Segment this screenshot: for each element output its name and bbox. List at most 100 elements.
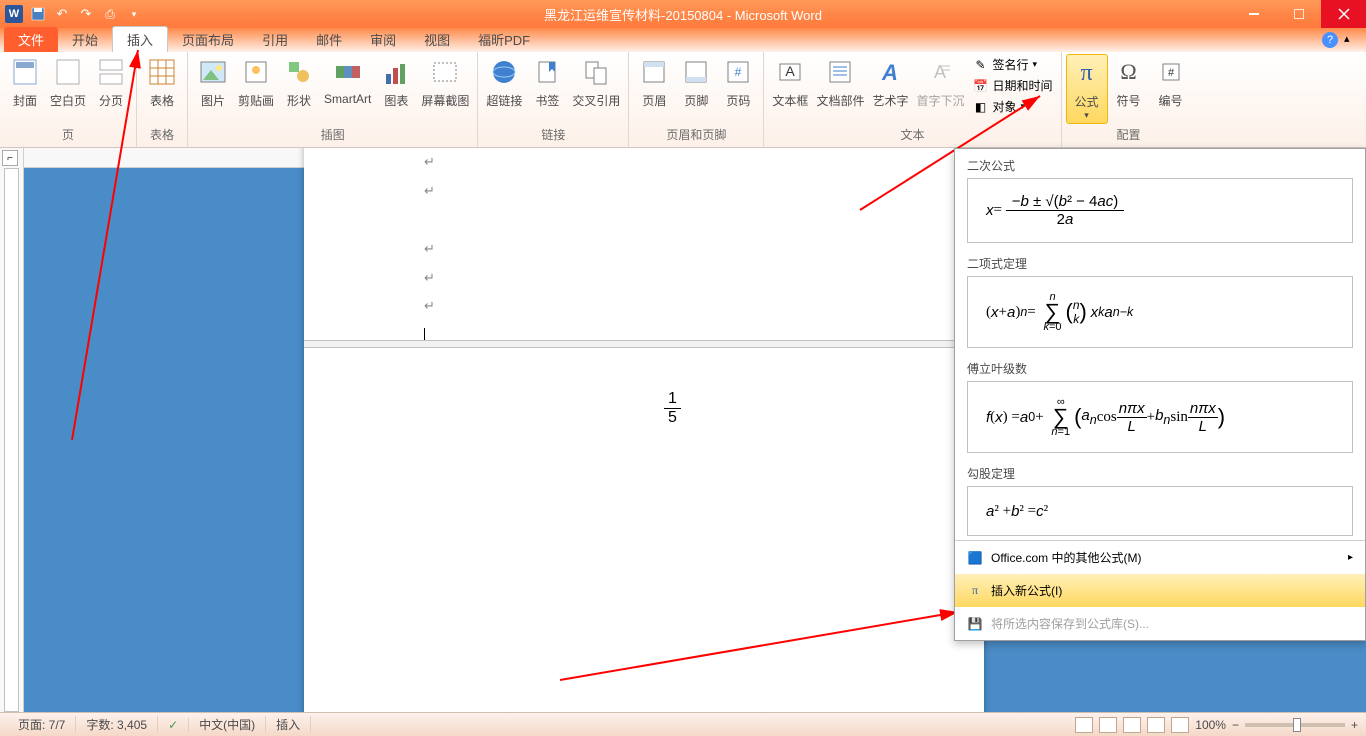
picture-button[interactable]: 图片 xyxy=(192,54,234,111)
dropcap-button[interactable]: A首字下沉 xyxy=(912,54,968,111)
tab-review[interactable]: 审阅 xyxy=(356,27,410,52)
hyperlink-button[interactable]: 超链接 xyxy=(482,54,526,111)
statusbar: 页面: 7/7 字数: 3,405 ✓ 中文(中国) 插入 100% − + xyxy=(0,712,1366,736)
quickprint-button[interactable]: ⎙ xyxy=(100,4,120,24)
zoom-out-button[interactable]: − xyxy=(1232,718,1239,732)
word-app-icon[interactable]: W xyxy=(4,4,24,24)
undo-button[interactable]: ↶ xyxy=(52,4,72,24)
datetime-button[interactable]: 📅日期和时间 xyxy=(968,75,1056,96)
tab-mail[interactable]: 邮件 xyxy=(302,27,356,52)
view-draft[interactable] xyxy=(1171,717,1189,733)
wordart-button[interactable]: A艺术字 xyxy=(868,54,912,111)
symbol-button[interactable]: Ω符号 xyxy=(1108,54,1150,111)
office-more-equations[interactable]: 🟦 Office.com 中的其他公式(M) ▸ xyxy=(955,541,1365,574)
equation-gallery-dropdown: 二次公式 x = −b ± √(b² − 4ac) 2a 二项式定理 (x + … xyxy=(954,148,1366,641)
status-words[interactable]: 字数: 3,405 xyxy=(76,716,158,733)
blank-page-button[interactable]: 空白页 xyxy=(46,54,90,111)
smartart-button[interactable]: SmartArt xyxy=(320,54,375,108)
collapse-ribbon-button[interactable]: ▴ xyxy=(1344,32,1360,48)
save-button[interactable] xyxy=(28,4,48,24)
document-page[interactable]: ↵ ↵ ↵ ↵ ↵ 1 5 xyxy=(304,148,984,712)
cover-page-button[interactable]: 封面 xyxy=(4,54,46,111)
quickparts-button[interactable]: 文档部件 xyxy=(812,54,868,111)
equation-pythagorean[interactable]: 勾股定理 a² + b² = c² xyxy=(955,457,1365,540)
cover-page-label: 封面 xyxy=(13,92,37,109)
status-spellcheck[interactable]: ✓ xyxy=(158,718,189,732)
equation-pythagorean-preview: a² + b² = c² xyxy=(967,486,1353,536)
help-button[interactable]: ? xyxy=(1322,32,1338,48)
clipart-button[interactable]: 剪贴画 xyxy=(234,54,278,111)
equation-dropdown-footer: 🟦 Office.com 中的其他公式(M) ▸ π 插入新公式(I) 💾 将所… xyxy=(955,540,1365,640)
group-tables: 表格 表格 xyxy=(137,52,188,147)
status-page[interactable]: 页面: 7/7 xyxy=(8,716,76,733)
shapes-button[interactable]: 形状 xyxy=(278,54,320,111)
view-outline[interactable] xyxy=(1147,717,1165,733)
textbox-button[interactable]: A文本框 xyxy=(768,54,812,111)
vertical-ruler[interactable]: ⌐ xyxy=(0,148,24,712)
view-web[interactable] xyxy=(1123,717,1141,733)
fraction-denominator: 5 xyxy=(668,409,677,427)
equation-fraction[interactable]: 1 5 xyxy=(664,390,681,427)
screenshot-button[interactable]: 屏幕截图 xyxy=(417,54,473,111)
pagenum-button[interactable]: #页码 xyxy=(717,54,759,111)
chart-button[interactable]: 图表 xyxy=(375,54,417,111)
equation-fourier[interactable]: 傅立叶级数 f(x) = a0 + ∞∑n=1 (an cos nπxL + b… xyxy=(955,352,1365,457)
equation-quadratic-title: 二次公式 xyxy=(967,157,1353,174)
pi-icon: π xyxy=(967,583,983,599)
group-tables-label: 表格 xyxy=(141,126,183,145)
tab-layout[interactable]: 页面布局 xyxy=(168,27,248,52)
bookmark-label: 书签 xyxy=(535,92,559,109)
maximize-button[interactable] xyxy=(1276,0,1321,28)
status-language[interactable]: 中文(中国) xyxy=(189,716,266,733)
tab-insert[interactable]: 插入 xyxy=(112,26,168,52)
tab-view[interactable]: 视图 xyxy=(410,27,464,52)
view-print-layout[interactable] xyxy=(1075,717,1093,733)
equation-binomial-title: 二项式定理 xyxy=(967,255,1353,272)
status-mode[interactable]: 插入 xyxy=(266,716,311,733)
view-fullscreen[interactable] xyxy=(1099,717,1117,733)
crossref-button[interactable]: 交叉引用 xyxy=(568,54,624,111)
object-label: 对象 xyxy=(992,98,1016,115)
bookmark-button[interactable]: 书签 xyxy=(526,54,568,111)
zoom-slider[interactable] xyxy=(1245,723,1345,727)
group-symbols: π公式▾ Ω符号 #编号 配置 xyxy=(1062,52,1196,147)
group-text: A文本框 文档部件 A艺术字 A首字下沉 ✎签名行▾ 📅日期和时间 ◧对象▾ 文… xyxy=(764,52,1061,147)
equation-binomial[interactable]: 二项式定理 (x + a)n = n∑k=0 (nk) xkan−k xyxy=(955,247,1365,352)
object-button[interactable]: ◧对象▾ xyxy=(968,96,1056,117)
signature-button[interactable]: ✎签名行▾ xyxy=(968,54,1056,75)
tab-file[interactable]: 文件 xyxy=(4,27,58,52)
group-text-label: 文本 xyxy=(768,126,1056,145)
zoom-percent[interactable]: 100% xyxy=(1195,718,1226,732)
svg-text:A: A xyxy=(934,62,946,82)
tab-home[interactable]: 开始 xyxy=(58,27,112,52)
chart-label: 图表 xyxy=(384,92,408,109)
paragraph-mark: ↵ xyxy=(424,177,864,206)
tab-selector[interactable]: ⌐ xyxy=(2,150,18,166)
header-button[interactable]: 页眉 xyxy=(633,54,675,111)
redo-button[interactable]: ↷ xyxy=(76,4,96,24)
footer-button[interactable]: 页脚 xyxy=(675,54,717,111)
tab-foxit[interactable]: 福昕PDF xyxy=(464,27,544,52)
svg-text:A: A xyxy=(882,60,899,85)
equation-button[interactable]: π公式▾ xyxy=(1066,54,1108,124)
object-icon: ◧ xyxy=(972,99,988,115)
equation-pythagorean-title: 勾股定理 xyxy=(967,465,1353,482)
number-button[interactable]: #编号 xyxy=(1150,54,1192,111)
equation-quadratic-preview: x = −b ± √(b² − 4ac) 2a xyxy=(967,178,1353,243)
zoom-in-button[interactable]: + xyxy=(1351,718,1358,732)
group-links-label: 链接 xyxy=(482,126,624,145)
insert-new-equation[interactable]: π 插入新公式(I) xyxy=(955,574,1365,607)
titlebar: W ↶ ↷ ⎙ ▾ 黑龙江运维宣传材料-20150804 - Microsoft… xyxy=(0,0,1366,28)
header-label: 页眉 xyxy=(642,92,666,109)
table-button[interactable]: 表格 xyxy=(141,54,183,111)
save-gallery-icon: 💾 xyxy=(967,616,983,632)
tab-references[interactable]: 引用 xyxy=(248,27,302,52)
minimize-button[interactable] xyxy=(1231,0,1276,28)
qat-customize-button[interactable]: ▾ xyxy=(124,4,144,24)
page-break-button[interactable]: 分页 xyxy=(90,54,132,111)
equation-quadratic[interactable]: 二次公式 x = −b ± √(b² − 4ac) 2a xyxy=(955,149,1365,247)
signature-icon: ✎ xyxy=(972,57,988,73)
svg-text:#: # xyxy=(1167,67,1174,79)
close-button[interactable] xyxy=(1321,0,1366,28)
group-links: 超链接 书签 交叉引用 链接 xyxy=(478,52,629,147)
